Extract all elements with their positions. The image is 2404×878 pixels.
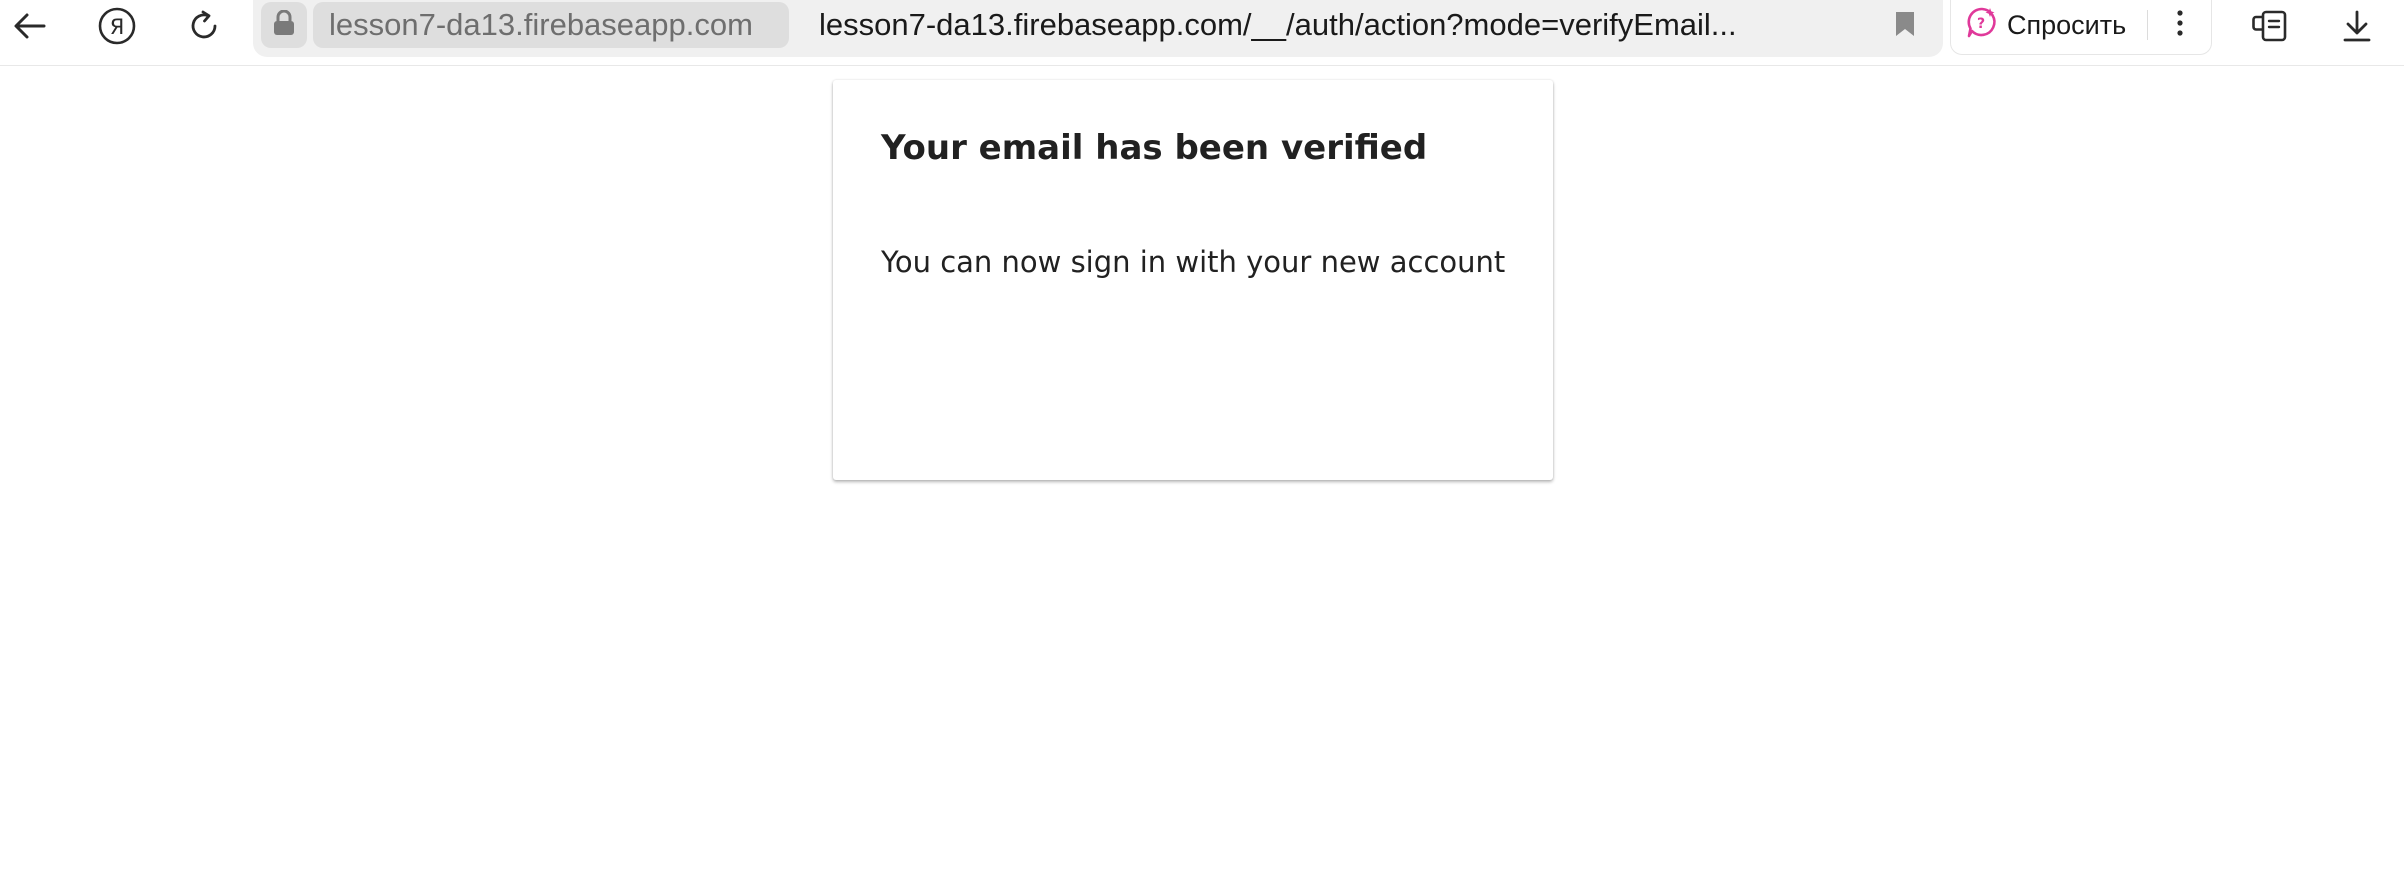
svg-text:Я: Я: [110, 15, 125, 39]
separator: [2147, 10, 2148, 40]
back-arrow-icon: [13, 11, 47, 41]
url-text[interactable]: lesson7-da13.firebaseapp.com/__/auth/act…: [819, 2, 1909, 48]
ask-button[interactable]: ? Спросить: [1965, 2, 2126, 48]
yandex-logo-icon: Я: [98, 7, 136, 45]
bookmark-button[interactable]: [1883, 4, 1927, 48]
reload-icon: [187, 9, 221, 43]
verification-card: Your email has been verified You can now…: [833, 80, 1553, 480]
site-info-button[interactable]: [261, 2, 307, 48]
card-title: Your email has been verified: [881, 128, 1428, 168]
address-bar[interactable]: lesson7-da13.firebaseapp.com lesson7-da1…: [253, 0, 1943, 57]
ask-button-label: Спросить: [2007, 9, 2127, 40]
tabs-collections-icon: [2251, 9, 2289, 43]
domain-pill[interactable]: lesson7-da13.firebaseapp.com: [313, 2, 789, 48]
download-icon: [2342, 9, 2372, 43]
downloads-button[interactable]: [2327, 0, 2387, 52]
card-message: You can now sign in with your new accoun…: [881, 245, 1506, 279]
browser-toolbar: Я lesson7-da13.firebaseapp.com lesson7-d…: [0, 0, 2404, 66]
yandex-home-button[interactable]: Я: [87, 0, 147, 52]
lock-icon: [273, 9, 295, 41]
reload-button[interactable]: [174, 0, 234, 52]
tabs-button[interactable]: [2240, 0, 2300, 52]
svg-text:?: ?: [1977, 16, 1985, 32]
more-vertical-icon: [2176, 9, 2184, 42]
ai-chat-icon: ?: [1965, 5, 1999, 46]
bookmark-icon: [1894, 10, 1916, 43]
more-menu-button[interactable]: [2157, 2, 2203, 48]
back-button[interactable]: [0, 0, 60, 52]
ask-ai-group: ? Спросить: [1950, 0, 2212, 55]
